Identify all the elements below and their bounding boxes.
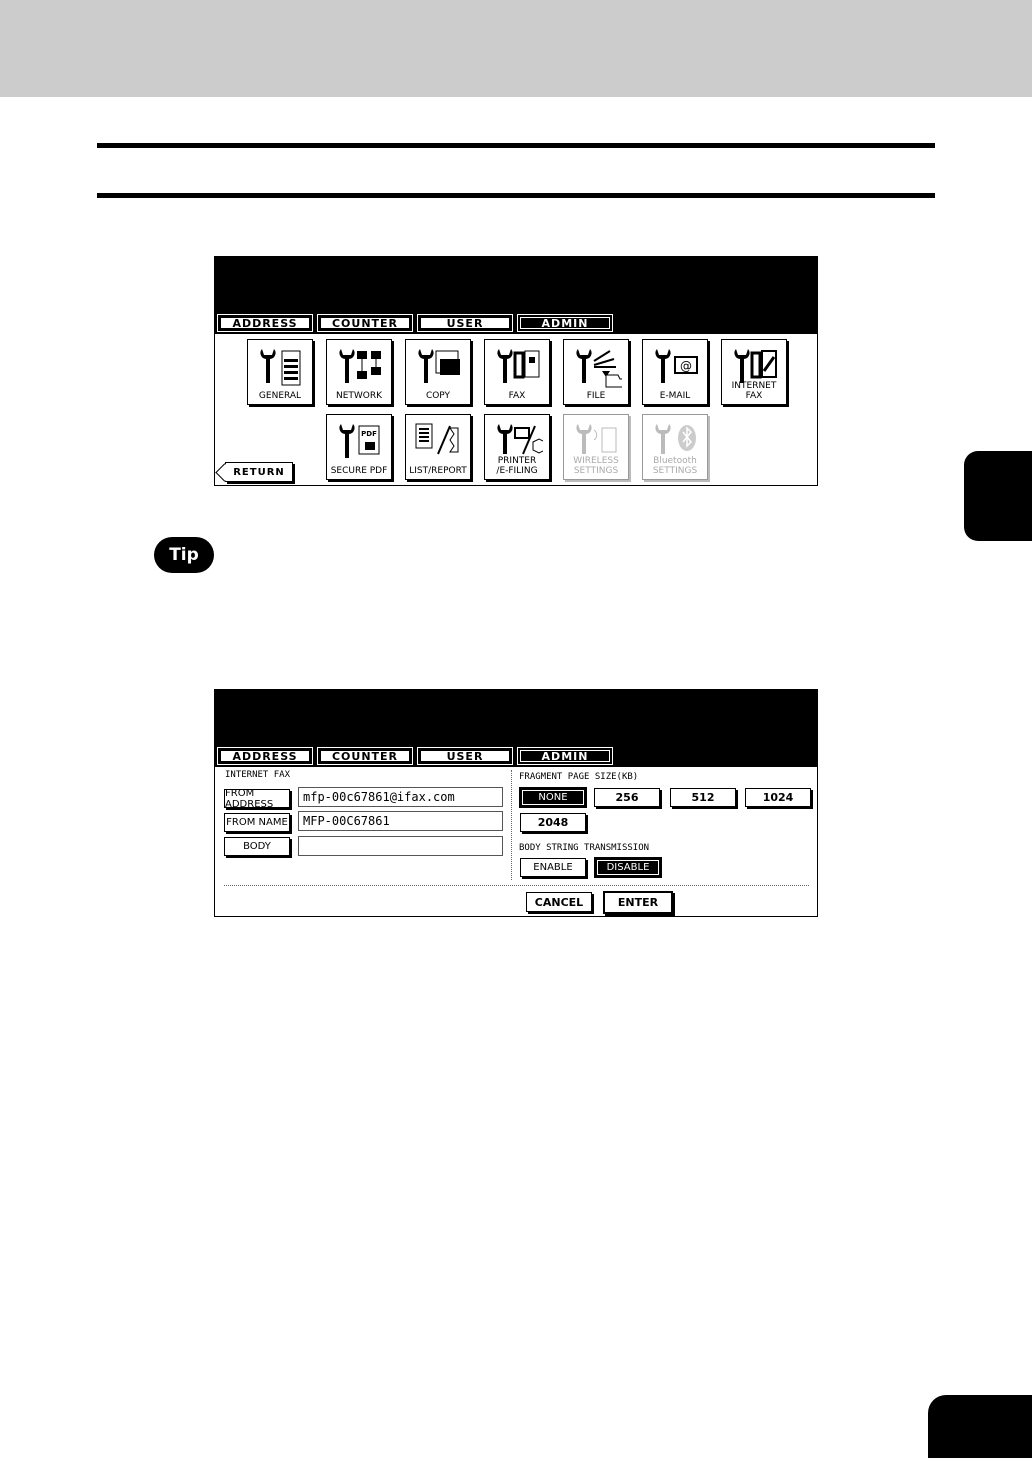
from-address-button[interactable]: FROM ADDRESS [224,788,290,810]
copy-button[interactable]: COPY [405,339,471,405]
disable-button[interactable]: DISABLE [595,858,661,877]
general-icon [260,349,301,386]
page-number-tab [928,1395,1032,1458]
fragment-page-size-title: FRAGMENT PAGE SIZE(KB) [519,772,639,782]
from-name-button[interactable]: FROM NAME [224,813,290,832]
tab-address[interactable]: ADDRESS [217,314,313,332]
enable-button[interactable]: ENABLE [520,858,586,877]
enter-button[interactable]: ENTER [603,891,673,914]
fax-icon [497,349,540,383]
tab-user[interactable]: USER [417,747,513,765]
bluetooth-settings-button: Bluetooth SETTINGS [642,414,708,480]
secure-pdf-button[interactable]: PDF SECURE PDF [326,414,392,480]
file-icon [576,349,622,388]
tab-address[interactable]: ADDRESS [217,747,313,765]
footer-divider [224,885,809,886]
tab-counter[interactable]: COUNTER [317,747,413,765]
title-rule-top [97,143,935,148]
fragment-1024-button[interactable]: 1024 [745,788,811,807]
general-button[interactable]: GENERAL [247,339,313,405]
body-string-transmission-title: BODY STRING TRANSMISSION [519,843,650,853]
fragment-2048-button[interactable]: 2048 [520,813,586,832]
tip-badge: Tip [154,537,214,573]
internet-fax-button[interactable]: INTERNET FAX [721,339,787,405]
tab-admin[interactable]: ADMIN [517,747,613,765]
fax-button[interactable]: FAX [484,339,550,405]
internet-fax-settings-screen: ADDRESS COUNTER USER ADMIN INTERNET FAX … [214,689,818,917]
title-rule-bottom [97,193,935,198]
tab-counter[interactable]: COUNTER [317,314,413,332]
list-report-button[interactable]: LIST/REPORT [405,414,471,480]
secure-pdf-icon: PDF [339,424,380,458]
chapter-tab [964,451,1032,541]
admin-menu-screen: ADDRESS COUNTER USER ADMIN GENERAL NETWO… [214,256,818,486]
email-button[interactable]: @ E-MAIL [642,339,708,405]
wireless-settings-button: WIRELESS SETTINGS [563,414,629,480]
network-button[interactable]: NETWORK [326,339,392,405]
tab-admin[interactable]: ADMIN [517,314,613,332]
from-address-field[interactable]: mfp-00c67861@ifax.com [298,787,503,807]
file-button[interactable]: FILE [563,339,629,405]
section-title: INTERNET FAX [225,770,291,780]
fragment-256-button[interactable]: 256 [594,788,660,807]
svg-text:PDF: PDF [361,430,377,438]
from-name-field[interactable]: MFP-00C67861 [298,811,503,831]
network-icon [339,349,381,383]
column-divider [511,770,512,880]
list-report-icon [415,423,459,455]
email-icon: @ [655,349,698,383]
return-button[interactable]: RETURN [225,462,293,482]
body-field[interactable] [298,836,503,856]
cancel-button[interactable]: CANCEL [526,892,592,912]
top-band [0,0,1032,97]
tab-user[interactable]: USER [417,314,513,332]
printer-efiling-button[interactable]: PRINTER/E-FILING [484,414,550,480]
body-button[interactable]: BODY [224,837,290,856]
fragment-512-button[interactable]: 512 [670,788,736,807]
fragment-none-button[interactable]: NONE [520,788,586,807]
copy-icon [418,349,460,383]
svg-text:@: @ [680,359,692,373]
